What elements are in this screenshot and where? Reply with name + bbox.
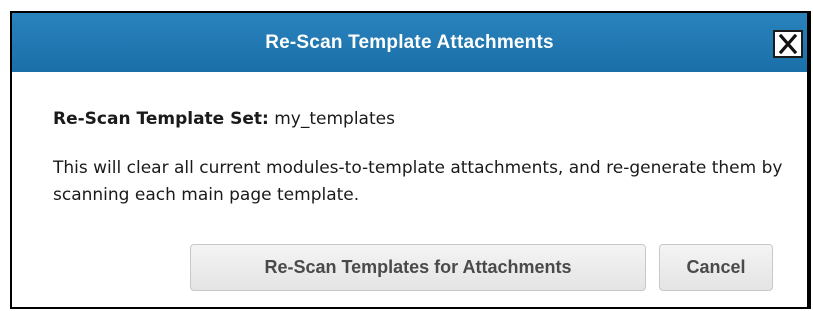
rescan-dialog: Re-Scan Template Attachments Re-Scan Tem…: [10, 11, 811, 309]
template-set-line: Re-Scan Template Set: my_templates: [53, 107, 787, 131]
rescan-templates-button[interactable]: Re-Scan Templates for Attachments: [190, 244, 646, 291]
dialog-description: This will clear all current modules-to-t…: [53, 158, 783, 205]
dialog-buttons: Re-Scan Templates for Attachments Cancel: [190, 244, 773, 291]
cancel-button[interactable]: Cancel: [659, 244, 773, 291]
dialog-titlebar[interactable]: Re-Scan Template Attachments: [12, 13, 807, 72]
dialog-title: Re-Scan Template Attachments: [265, 32, 554, 53]
close-icon: [778, 34, 798, 54]
dialog-body: Re-Scan Template Set: my_templates This …: [53, 107, 787, 209]
template-set-label: Re-Scan Template Set:: [53, 109, 269, 129]
template-set-value: my_templates: [268, 109, 395, 129]
close-button[interactable]: [773, 30, 803, 58]
